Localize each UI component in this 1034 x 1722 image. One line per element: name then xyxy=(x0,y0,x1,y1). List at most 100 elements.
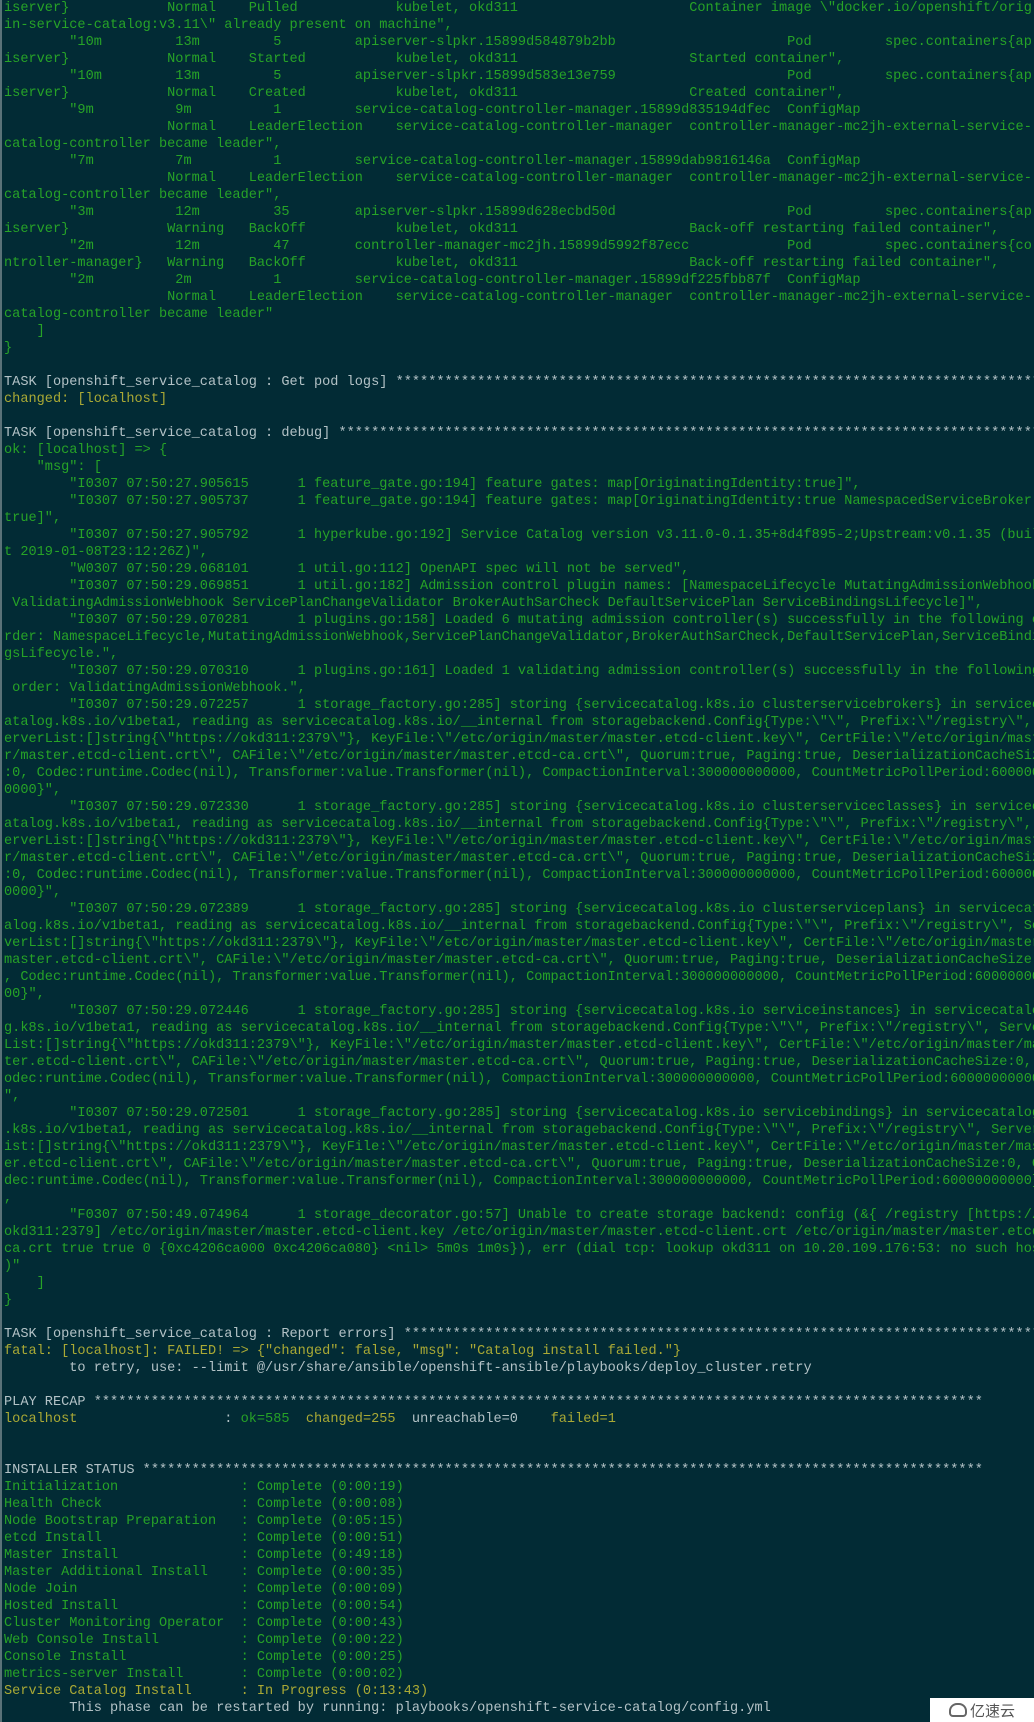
terminal-line: fatal: [localhost]: FAILED! => {"changed… xyxy=(4,1344,682,1359)
terminal-line: Health Check : Complete (0:00:08) xyxy=(4,1497,404,1512)
terminal-line: ter.etcd-client.crt\", CAFile:\"/etc/ori… xyxy=(4,1055,1034,1070)
terminal-line: to retry, use: --limit @/usr/share/ansib… xyxy=(4,1361,812,1376)
terminal-line: "I0307 07:50:29.070310 1 plugins.go:161]… xyxy=(4,664,1034,679)
terminal-line: iserver} Warning BackOff kubelet, okd311… xyxy=(4,222,1000,237)
terminal-line: , Codec:runtime.Codec(nil), Transformer:… xyxy=(4,970,1034,985)
terminal-line: "I0307 07:50:29.072257 1 storage_factory… xyxy=(4,698,1034,713)
terminal-line: Node Bootstrap Preparation : Complete (0… xyxy=(4,1514,404,1529)
terminal-line: "I0307 07:50:29.069851 1 util.go:182] Ad… xyxy=(4,579,1034,594)
terminal-line: Master Additional Install : Complete (0:… xyxy=(4,1565,404,1580)
terminal-line: INSTALLER STATUS ***********************… xyxy=(4,1463,983,1478)
terminal-line: iserver} Normal Started kubelet, okd311 … xyxy=(4,52,845,67)
terminal-line: changed: [localhost] xyxy=(4,392,168,407)
terminal-line: r/master.etcd-client.crt\", CAFile:\"/et… xyxy=(4,749,1034,764)
terminal-line: This phase can be restarted by running: … xyxy=(4,1701,771,1716)
terminal-line: g.k8s.io/v1beta1, reading as servicecata… xyxy=(4,1021,1034,1036)
recap-segment xyxy=(290,1412,306,1427)
cloud-logo-icon xyxy=(948,1703,967,1717)
terminal-line: TASK [openshift_service_catalog : Report… xyxy=(4,1327,1034,1342)
terminal-line: er.etcd-client.crt\", CAFile:\"/etc/orig… xyxy=(4,1157,1034,1172)
terminal-line: Normal LeaderElection service-catalog-co… xyxy=(4,290,1032,305)
terminal-line: erverList:[]string{\"https://okd311:2379… xyxy=(4,834,1034,849)
terminal-line: iserver} Normal Created kubelet, okd311 … xyxy=(4,86,845,101)
terminal-line: Normal LeaderElection service-catalog-co… xyxy=(4,171,1032,186)
terminal-line: "2m 12m 47 controller-manager-mc2jh.1589… xyxy=(4,239,1032,254)
terminal-line: List:[]string{\"https://okd311:2379\"}, … xyxy=(4,1038,1034,1053)
recap-segment: unreachable=0 xyxy=(395,1412,551,1427)
terminal-line: "I0307 07:50:29.072501 1 storage_factory… xyxy=(4,1106,1034,1121)
terminal-line: localhost : ok=585 changed=255 unreachab… xyxy=(2,1411,1034,1428)
terminal-line: 00}", xyxy=(4,987,45,1002)
recap-segment: localhost xyxy=(4,1412,78,1427)
terminal-line: )" xyxy=(4,1259,21,1274)
terminal-line: atalog.k8s.io/v1beta1, reading as servic… xyxy=(4,817,1034,832)
terminal-line: } xyxy=(4,1293,13,1308)
terminal-line: dec:runtime.Codec(nil), Transformer:valu… xyxy=(4,1174,1034,1189)
terminal-line: 0000}", xyxy=(4,783,62,798)
terminal-line: "I0307 07:50:29.070281 1 plugins.go:158]… xyxy=(4,613,1034,628)
terminal-line: Initialization : Complete (0:00:19) xyxy=(4,1480,404,1495)
terminal-line: erverList:[]string{\"https://okd311:2379… xyxy=(4,732,1034,747)
terminal-line: "I0307 07:50:27.905737 1 feature_gate.go… xyxy=(4,494,1034,509)
terminal-line: Cluster Monitoring Operator : Complete (… xyxy=(4,1616,404,1631)
terminal-line: okd311:2379] /etc/origin/master/master.e… xyxy=(4,1225,1034,1240)
terminal-line: "2m 2m 1 service-catalog-controller-mana… xyxy=(4,273,861,288)
terminal-line: "W0307 07:50:29.068101 1 util.go:112] Op… xyxy=(4,562,690,577)
terminal-line: in-service-catalog:v3.11\" already prese… xyxy=(4,18,453,33)
terminal-line: TASK [openshift_service_catalog : debug]… xyxy=(4,426,1034,441)
terminal-line: PLAY RECAP *****************************… xyxy=(4,1395,983,1410)
terminal-line: iserver} Normal Pulled kubelet, okd311 C… xyxy=(4,1,1032,16)
terminal-line: Node Join : Complete (0:00:09) xyxy=(4,1582,404,1597)
terminal-line: Master Install : Complete (0:49:18) xyxy=(4,1548,404,1563)
terminal-line: "F0307 07:50:49.074964 1 storage_decorat… xyxy=(4,1208,1034,1223)
terminal-line: order: ValidatingAdmissionWebhook.", xyxy=(4,681,306,696)
terminal-line: "I0307 07:50:27.905792 1 hyperkube.go:19… xyxy=(4,528,1034,543)
terminal-line: .k8s.io/v1beta1, reading as servicecatal… xyxy=(4,1123,1034,1138)
terminal-line: TASK [openshift_service_catalog : Get po… xyxy=(4,375,1034,390)
terminal-line: etcd Install : Complete (0:00:51) xyxy=(4,1531,404,1546)
terminal-line: metrics-server Install : Complete (0:00:… xyxy=(4,1667,404,1682)
terminal-line: gsLifecycle.", xyxy=(4,647,119,662)
terminal-line: alog.k8s.io/v1beta1, reading as servicec… xyxy=(4,919,1034,934)
terminal-line: "7m 7m 1 service-catalog-controller-mana… xyxy=(4,154,861,169)
terminal-line: :0, Codec:runtime.Codec(nil), Transforme… xyxy=(4,766,1034,781)
terminal-line: ValidatingAdmissionWebhook ServicePlanCh… xyxy=(4,596,983,611)
terminal-line: "10m 13m 5 apiserver-slpkr.15899d583e13e… xyxy=(4,69,1032,84)
terminal-line: "I0307 07:50:29.072330 1 storage_factory… xyxy=(4,800,1034,815)
terminal-line: ] xyxy=(4,1276,45,1291)
terminal-line: r/master.etcd-client.crt\", CAFile:\"/et… xyxy=(4,851,1034,866)
recap-segment: failed=1 xyxy=(550,1412,616,1427)
terminal-line: "I0307 07:50:27.905615 1 feature_gate.go… xyxy=(4,477,861,492)
terminal-line: true]", xyxy=(4,511,62,526)
terminal-line: Service Catalog Install : In Progress (0… xyxy=(4,1684,429,1699)
terminal-line: "3m 12m 35 apiserver-slpkr.15899d628ecbd… xyxy=(4,205,1032,220)
terminal-line: ok: [localhost] => { xyxy=(4,443,168,458)
terminal-line: atalog.k8s.io/v1beta1, reading as servic… xyxy=(4,715,1034,730)
terminal-output: iserver} Normal Pulled kubelet, okd311 C… xyxy=(0,0,1034,1722)
terminal-line: ", xyxy=(4,1089,21,1104)
terminal-line: "10m 13m 5 apiserver-slpkr.15899d584879b… xyxy=(4,35,1032,50)
terminal-line: ist:[]string{\"https://okd311:2379\"}, K… xyxy=(4,1140,1034,1155)
watermark-text: 亿速云 xyxy=(969,1701,1015,1720)
terminal-line: :0, Codec:runtime.Codec(nil), Transforme… xyxy=(4,868,1034,883)
terminal-line: 0000}", xyxy=(4,885,62,900)
recap-segment: ok=585 xyxy=(240,1412,290,1427)
terminal-line: rder: NamespaceLifecycle,MutatingAdmissi… xyxy=(4,630,1034,645)
terminal-line: catalog-controller became leader", xyxy=(4,137,282,152)
terminal-line: odec:runtime.Codec(nil), Transformer:val… xyxy=(4,1072,1034,1087)
recap-segment: : xyxy=(77,1412,241,1427)
terminal-line: "msg": [ xyxy=(4,460,102,475)
terminal-line: "I0307 07:50:29.072389 1 storage_factory… xyxy=(4,902,1034,917)
terminal-line: "9m 9m 1 service-catalog-controller-mana… xyxy=(4,103,861,118)
terminal-line: ] xyxy=(4,324,45,339)
recap-segment: changed=255 xyxy=(305,1412,396,1427)
terminal-line: catalog-controller became leader" xyxy=(4,307,274,322)
terminal-line: Hosted Install : Complete (0:00:54) xyxy=(4,1599,404,1614)
terminal-line: Normal LeaderElection service-catalog-co… xyxy=(4,120,1032,135)
